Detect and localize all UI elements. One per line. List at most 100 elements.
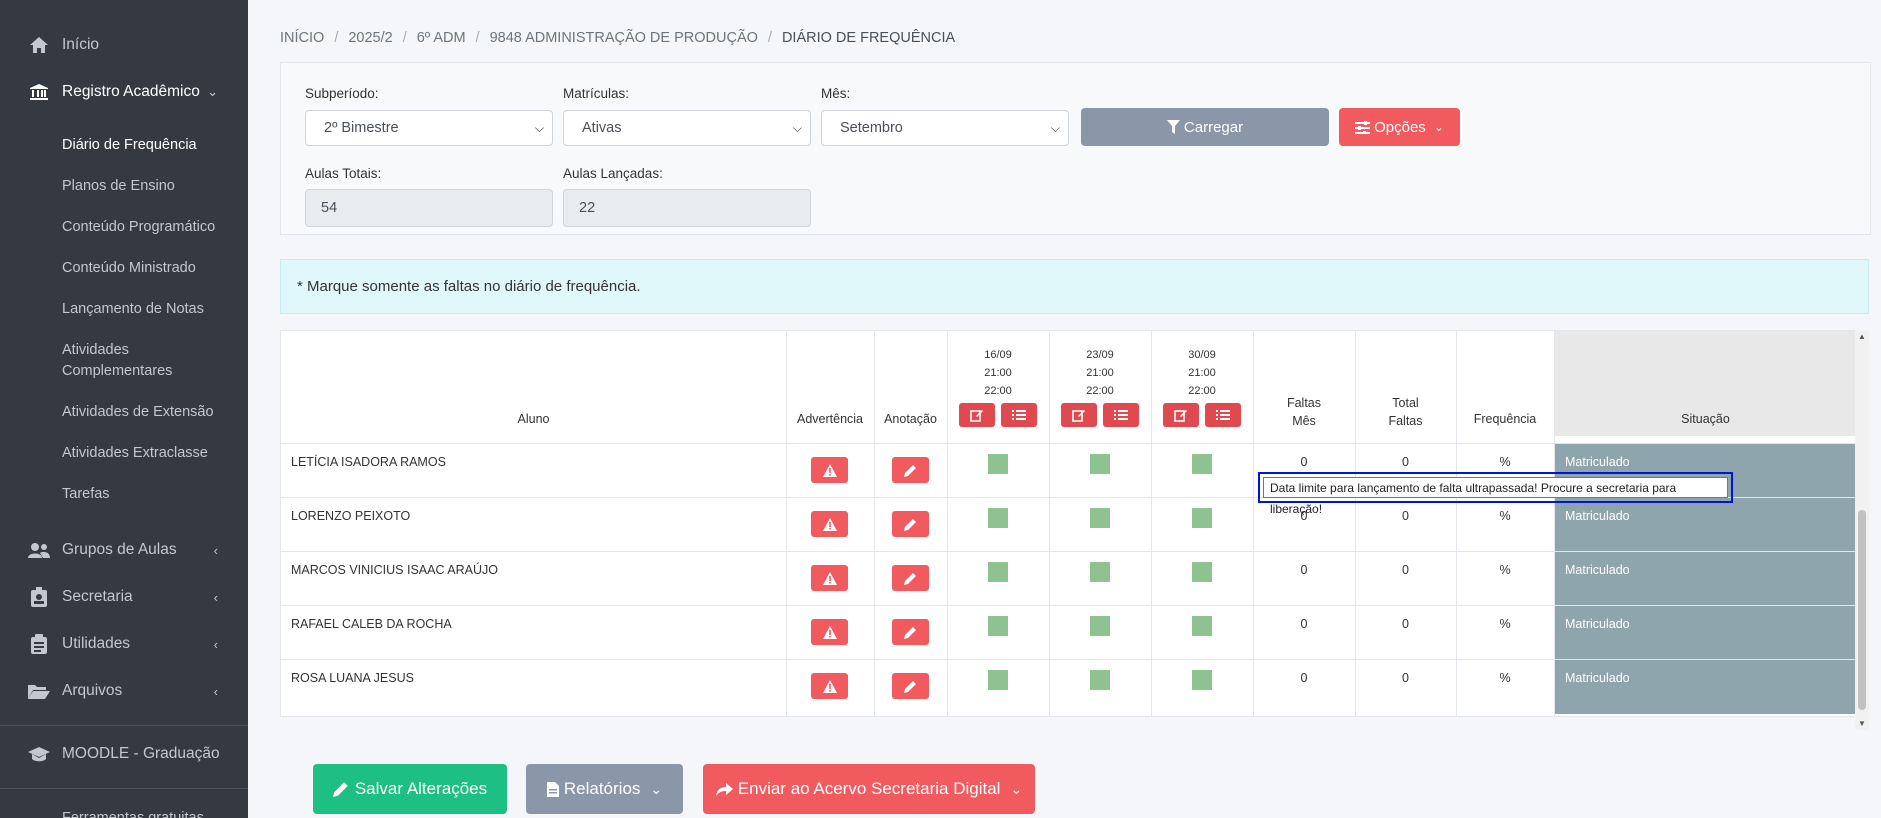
sidebar-item-notas[interactable]: Lançamento de Notas <box>62 299 204 320</box>
note-button[interactable] <box>892 673 929 699</box>
opcoes-button[interactable]: Opções ⌄ <box>1339 108 1460 146</box>
clipboard-icon <box>28 633 50 655</box>
sidebar-ferramentas[interactable]: Ferramentas gratuitas <box>62 808 204 818</box>
col-date-3: 30/09 21:00 22:00 <box>1151 346 1253 400</box>
breadcrumb-periodo[interactable]: 2025/2 <box>348 30 392 46</box>
warning-button[interactable] <box>811 619 848 645</box>
carregar-label: Carregar <box>1183 118 1244 136</box>
note-button[interactable] <box>892 565 929 591</box>
attendance-checkbox[interactable] <box>1192 454 1212 474</box>
attendance-checkbox[interactable] <box>1090 454 1110 474</box>
total-faltas-value: 0 <box>1402 509 1409 523</box>
total-faltas-value: 0 <box>1402 563 1409 577</box>
sidebar-item-tarefas[interactable]: Tarefas <box>62 484 110 505</box>
scroll-down-icon[interactable]: ▼ <box>1858 719 1866 728</box>
pencil-icon <box>904 680 916 693</box>
save-button[interactable]: Salvar Alterações <box>313 764 507 814</box>
col-aluno: Aluno <box>517 412 550 426</box>
sidebar-item-atividades-complementares[interactable]: Atividades Complementares <box>62 340 212 382</box>
col-total-faltas: Total Faltas <box>1388 396 1423 428</box>
table-row: RAFAEL CALEB DA ROCHA 0 0 % Matriculado <box>281 605 1856 660</box>
nav-grupos-label: Grupos de Aulas <box>62 541 177 558</box>
mes-select[interactable]: Setembro ⌵ <box>821 110 1069 146</box>
nav-inicio[interactable]: Início <box>0 34 248 56</box>
nav-registro-label: Registro Acadêmico <box>62 83 200 100</box>
note-button[interactable] <box>892 619 929 645</box>
aulas-totais-label: Aulas Totais: <box>305 166 382 181</box>
sidebar-item-conteudo-programatico[interactable]: Conteúdo Programático <box>62 217 215 238</box>
sidebar-item-planos[interactable]: Planos de Ensino <box>62 176 175 197</box>
faltas-mes-value: 0 <box>1300 563 1308 577</box>
warning-button[interactable] <box>811 511 848 537</box>
attendance-checkbox[interactable] <box>1090 562 1110 582</box>
warning-button[interactable] <box>811 457 848 483</box>
chevron-left-icon: ‹ <box>213 683 218 699</box>
enviar-acervo-button[interactable]: Enviar ao Acervo Secretaria Digital ⌄ <box>703 764 1035 814</box>
list-date-1-button[interactable] <box>1001 403 1037 427</box>
attendance-checkbox[interactable] <box>1192 562 1212 582</box>
table-scrollbar[interactable]: ▲ ▼ <box>1855 330 1869 730</box>
attendance-checkbox[interactable] <box>988 562 1008 582</box>
pencil-icon <box>904 464 916 477</box>
nav-moodle[interactable]: MOODLE - Graduação <box>0 743 248 765</box>
breadcrumb-turma[interactable]: 6º ADM <box>417 30 466 46</box>
sidebar-item-conteudo-ministrado[interactable]: Conteúdo Ministrado <box>62 258 196 279</box>
attendance-checkbox[interactable] <box>988 670 1008 690</box>
attendance-checkbox[interactable] <box>1192 670 1212 690</box>
nav-arquivos[interactable]: Arquivos ‹ <box>0 680 248 702</box>
attendance-checkbox[interactable] <box>1090 508 1110 528</box>
pencil-icon <box>332 782 348 797</box>
breadcrumb-inicio[interactable]: INÍCIO <box>280 30 324 46</box>
chevron-down-icon: ⌵ <box>792 121 802 135</box>
attendance-checkbox[interactable] <box>1090 670 1110 690</box>
subperiodo-select[interactable]: 2º Bimestre ⌵ <box>305 110 553 146</box>
edit-date-3-button[interactable] <box>1163 403 1199 427</box>
table-row: ROSA LUANA JESUS 0 0 % Matriculado <box>281 659 1856 716</box>
nav-secretaria[interactable]: Secretaria ‹ <box>0 586 248 608</box>
warning-button[interactable] <box>811 673 848 699</box>
enviar-label: Enviar ao Acervo Secretaria Digital <box>737 779 1001 798</box>
list-date-2-button[interactable] <box>1103 403 1139 427</box>
warning-icon <box>822 463 837 477</box>
student-name: MARCOS VINICIUS ISAAC ARAÚJO <box>291 563 498 577</box>
sidebar-item-atividades-extraclasse[interactable]: Atividades Extraclasse <box>62 443 208 464</box>
nav-grupos-aulas[interactable]: Grupos de Aulas ‹ <box>0 539 248 561</box>
date-3-end: 22:00 <box>1188 385 1216 397</box>
scrollbar-thumb[interactable] <box>1858 510 1866 710</box>
nav-utilidades[interactable]: Utilidades ‹ <box>0 633 248 655</box>
breadcrumb-disciplina[interactable]: 9848 ADMINISTRAÇÃO DE PRODUÇÃO <box>490 30 758 46</box>
attendance-checkbox[interactable] <box>1192 616 1212 636</box>
save-label: Salvar Alterações <box>354 779 488 798</box>
note-button[interactable] <box>892 457 929 483</box>
edit-date-2-button[interactable] <box>1061 403 1097 427</box>
pencil-icon <box>904 518 916 531</box>
attendance-checkbox[interactable] <box>1090 616 1110 636</box>
attendance-table: Aluno Advertência Anotação 16/09 21:00 2… <box>280 330 1857 717</box>
attendance-checkbox[interactable] <box>988 508 1008 528</box>
note-button[interactable] <box>892 511 929 537</box>
list-icon <box>1012 410 1026 420</box>
sidebar-item-diario[interactable]: Diário de Frequência <box>62 135 197 156</box>
faltas-mes-value: 0 <box>1300 455 1308 469</box>
scroll-up-icon[interactable]: ▲ <box>1858 332 1866 341</box>
nav-moodle-label: MOODLE - Graduação <box>62 745 220 762</box>
attendance-checkbox[interactable] <box>1192 508 1212 528</box>
date-2-start: 21:00 <box>1086 367 1114 379</box>
folder-open-icon <box>28 680 50 702</box>
warning-icon <box>822 625 837 639</box>
nav-registro-academico[interactable]: Registro Acadêmico ⌄ <box>0 81 248 103</box>
file-text-icon <box>546 781 559 797</box>
status-badge: Matriculado <box>1555 552 1856 605</box>
frequencia-value: % <box>1499 455 1511 469</box>
warning-button[interactable] <box>811 565 848 591</box>
carregar-button[interactable]: Carregar <box>1081 108 1329 146</box>
relatorios-button[interactable]: Relatórios ⌄ <box>526 764 683 814</box>
attendance-checkbox[interactable] <box>988 616 1008 636</box>
matriculas-select[interactable]: Ativas ⌵ <box>563 110 811 146</box>
list-date-3-button[interactable] <box>1205 403 1241 427</box>
sidebar-item-atividades-extensao[interactable]: Atividades de Extensão <box>62 402 214 423</box>
edit-date-1-button[interactable] <box>959 403 995 427</box>
attendance-checkbox[interactable] <box>988 454 1008 474</box>
total-faltas-value: 0 <box>1402 455 1409 469</box>
status-badge: Matriculado <box>1555 498 1856 551</box>
